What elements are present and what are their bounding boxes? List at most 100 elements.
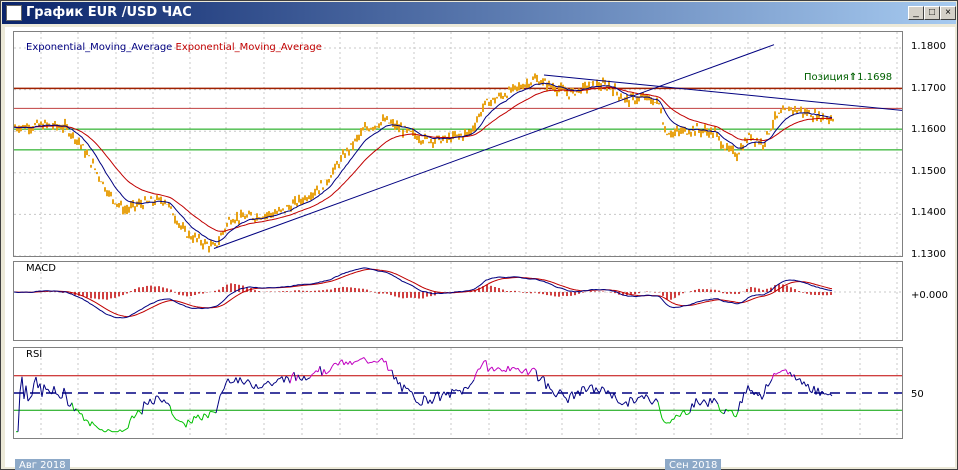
rsi-line (147, 398, 151, 405)
rsi-line (35, 376, 39, 389)
rsi-line (685, 413, 689, 416)
rsi-line (109, 429, 113, 433)
rsi-line (407, 388, 411, 392)
rsi-line (253, 383, 257, 389)
minimize-button[interactable]: _ (908, 6, 924, 20)
price-y-tick: 1.1600 (911, 124, 946, 136)
chart-icon (6, 5, 22, 21)
rsi-line (547, 383, 551, 389)
rsi-line (475, 369, 479, 374)
rsi-line (359, 358, 363, 360)
maximize-button[interactable]: □ (924, 6, 940, 20)
rsi-line (391, 369, 395, 380)
rsi-line (281, 376, 285, 383)
macd-y-tick: +0.000 (911, 290, 949, 301)
rsi-line (655, 398, 659, 403)
rsi-line (403, 384, 407, 389)
rsi-line (527, 371, 531, 376)
rsi-line (121, 429, 125, 433)
rsi-line (347, 360, 351, 365)
rsi-line (555, 392, 559, 398)
rsi-line (311, 372, 315, 375)
rsi-line (257, 387, 261, 390)
rsi-line (529, 368, 533, 373)
close-button[interactable]: × (940, 6, 956, 20)
rsi-line (353, 360, 357, 363)
rsi-line (683, 410, 687, 415)
price-y-tick: 1.1300 (911, 249, 946, 260)
macd-pane[interactable]: MACD (13, 261, 903, 341)
rsi-line (343, 361, 347, 366)
rsi-line (779, 370, 783, 373)
rsi-line (181, 421, 185, 424)
chart-area[interactable]: Exponential_Moving_Average Exponential_M… (5, 27, 955, 470)
rsi-line (191, 416, 195, 424)
rsi-line (455, 389, 459, 392)
rsi-line (615, 398, 619, 403)
rsi-line (201, 413, 205, 421)
rsi-line (657, 401, 661, 411)
rsi-line (239, 377, 243, 383)
rsi-line (443, 391, 447, 396)
rsi-line (303, 375, 307, 381)
rsi-line (249, 382, 253, 388)
rsi-line (21, 376, 25, 399)
rsi-line (381, 357, 385, 363)
rsi-line (439, 395, 443, 402)
window-title: График EUR /USD ЧАС (26, 5, 192, 20)
rsi-line (215, 404, 219, 414)
rsi-line (729, 409, 733, 412)
ema-slow-line (14, 87, 833, 232)
rsi-line (385, 360, 389, 371)
rsi-line (591, 384, 595, 394)
rsi-line (533, 367, 537, 371)
rsi-line (427, 399, 431, 404)
rsi-line (699, 402, 703, 406)
position-marker[interactable]: Позиция⇑1.1698 (804, 72, 892, 83)
rsi-line (271, 382, 275, 387)
rsi-line (711, 398, 715, 404)
position-price: 1.1698 (857, 72, 893, 83)
rsi-y-tick: 50 (911, 389, 924, 400)
rsi-line (231, 381, 235, 384)
rsi-line (313, 370, 317, 374)
rsi-line (93, 424, 97, 427)
rsi-line (323, 369, 327, 375)
rsi-line (101, 429, 105, 433)
rsi-line (513, 367, 517, 370)
trend-line (213, 44, 775, 249)
rsi-pane[interactable]: RSI (13, 347, 903, 439)
rsi-line (517, 368, 521, 372)
rsi-line (785, 369, 789, 375)
price-y-tick: 1.1700 (911, 82, 946, 94)
rsi-line (237, 377, 241, 384)
rsi-line (255, 383, 259, 389)
rsi-line (363, 357, 367, 361)
rsi-line (567, 394, 571, 404)
rsi-line (175, 419, 179, 421)
rsi-line (361, 357, 365, 360)
title-bar[interactable]: График EUR /USD ЧАС _ □ × (2, 2, 956, 24)
rsi-line (203, 413, 207, 416)
rsi-line (55, 393, 59, 396)
rsi-line (769, 378, 773, 384)
rsi-line (645, 394, 649, 398)
rsi-line (377, 359, 381, 363)
rsi-line (549, 388, 553, 391)
rsi-line (433, 392, 437, 400)
rsi-line (43, 384, 47, 390)
rsi-line (197, 414, 201, 419)
rsi-line (331, 363, 335, 367)
position-label: Позиция (804, 72, 849, 83)
rsi-line (643, 394, 647, 400)
rsi-line (219, 392, 223, 397)
rsi-line (485, 360, 489, 372)
rsi-line (371, 360, 375, 363)
rsi-line (171, 413, 175, 418)
rsi-line (243, 381, 247, 385)
rsi-line (305, 378, 309, 381)
rsi-line (41, 384, 45, 397)
price-pane[interactable]: Exponential_Moving_Average Exponential_M… (13, 31, 903, 257)
rsi-line (579, 386, 583, 396)
rsi-line (571, 391, 575, 400)
